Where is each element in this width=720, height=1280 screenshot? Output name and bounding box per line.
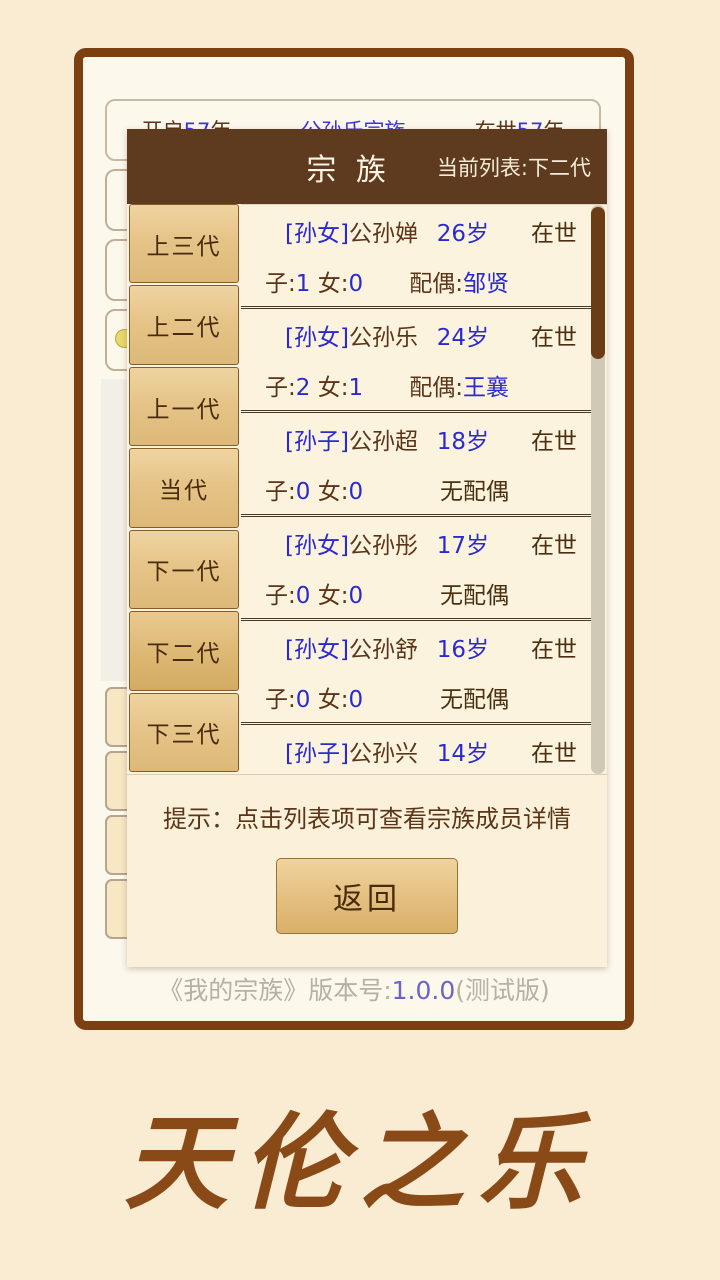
member-spouse: 无配偶 xyxy=(440,582,509,609)
member-row-secondary: 子:0 女:0 无配偶 xyxy=(255,672,577,722)
table-row[interactable]: [孙女]公孙婵 26岁 在世 子:1 女:0 配偶:邹贤 xyxy=(241,205,591,309)
member-age: 14岁 xyxy=(436,740,489,767)
member-children: 子:0 女:0 xyxy=(265,582,364,609)
member-children: 子:0 女:0 xyxy=(265,686,364,713)
member-row-secondary: 子:2 女:1 配偶:王襄 xyxy=(255,360,577,410)
version-suffix: (测试版) xyxy=(455,976,550,1005)
modal-body: 上三代 上二代 上一代 当代 下一代 下二代 下三代 [孙女]公孙婵 26岁 在… xyxy=(127,204,607,774)
generation-tab-label: 上二代 xyxy=(146,315,222,342)
member-children: 子:1 女:0 xyxy=(265,270,364,297)
current-list-label: 当前列表:下二代 xyxy=(436,155,591,180)
generation-tab-up3[interactable]: 上三代 xyxy=(129,204,239,284)
back-button[interactable]: 返回 xyxy=(276,858,458,934)
table-row[interactable]: [孙子]公孙兴 14岁 在世 子:0 女:0 无配偶 xyxy=(241,725,591,774)
generation-tab-current[interactable]: 当代 xyxy=(129,448,239,528)
table-row[interactable]: [孙女]公孙舒 16岁 在世 子:0 女:0 无配偶 xyxy=(241,621,591,725)
version-prefix: 《我的宗族》版本号: xyxy=(158,976,392,1005)
member-age: 17岁 xyxy=(436,532,489,559)
member-row-secondary: 子:0 女:0 无配偶 xyxy=(255,464,577,514)
member-spouse: 无配偶 xyxy=(440,478,509,505)
member-status: 在世 xyxy=(531,324,577,351)
member-age: 16岁 xyxy=(436,636,489,663)
generation-tab-label: 下一代 xyxy=(146,559,222,586)
member-age: 24岁 xyxy=(436,324,489,351)
member-list-viewport: [孙女]公孙婵 26岁 在世 子:1 女:0 配偶:邹贤 [孙女]公孙乐 24岁 xyxy=(241,205,591,774)
table-row[interactable]: [孙子]公孙超 18岁 在世 子:0 女:0 无配偶 xyxy=(241,413,591,517)
game-title: 天伦之乐 xyxy=(123,1101,596,1224)
version-line: 《我的宗族》版本号:1.0.0(测试版) xyxy=(83,971,625,1007)
generation-tab-label: 下二代 xyxy=(146,640,222,667)
table-row[interactable]: [孙女]公孙彤 17岁 在世 子:0 女:0 无配偶 xyxy=(241,517,591,621)
member-status: 在世 xyxy=(531,740,577,767)
generation-tab-label: 当代 xyxy=(159,477,209,504)
member-row-primary: [孙女]公孙婵 26岁 在世 xyxy=(255,206,577,256)
version-number: 1.0.0 xyxy=(391,976,456,1005)
member-row-primary: [孙女]公孙乐 24岁 在世 xyxy=(255,310,577,360)
member-name: [孙女]公孙彤 xyxy=(285,532,418,559)
member-name: [孙女]公孙婵 xyxy=(285,220,418,247)
generation-tab-down2[interactable]: 下二代 xyxy=(129,611,239,691)
clan-modal: 宗 族 当前列表:下二代 上三代 上二代 上一代 当代 下一代 下二代 下三代 … xyxy=(127,129,607,967)
member-name: [孙子]公孙超 xyxy=(285,428,418,455)
generation-tab-list: 上三代 上二代 上一代 当代 下一代 下二代 下三代 xyxy=(127,204,241,774)
generation-tab-down1[interactable]: 下一代 xyxy=(129,529,239,610)
member-spouse: 配偶:王襄 xyxy=(409,374,509,401)
app-frame: 开启57年 公孙氏宗族 在世57年 《我的宗族》版本号:1.0.0(测试版) 宗… xyxy=(74,48,634,1030)
member-row-secondary: 子:1 女:0 配偶:邹贤 xyxy=(255,256,577,306)
generation-tab-label: 上三代 xyxy=(146,233,222,260)
modal-footer: 提示：点击列表项可查看宗族成员详情 返回 xyxy=(127,774,607,967)
member-status: 在世 xyxy=(531,428,577,455)
member-spouse: 配偶:邹贤 xyxy=(409,270,509,297)
back-button-label: 返回 xyxy=(333,882,401,917)
member-row-primary: [孙子]公孙超 18岁 在世 xyxy=(255,414,577,464)
member-status: 在世 xyxy=(531,220,577,247)
member-row-primary: [孙女]公孙舒 16岁 在世 xyxy=(255,622,577,672)
member-children: 子:0 女:0 xyxy=(265,478,364,505)
generation-tab-label: 下三代 xyxy=(146,722,222,749)
member-status: 在世 xyxy=(531,532,577,559)
scrollbar-thumb[interactable] xyxy=(591,207,605,359)
member-name: [孙女]公孙舒 xyxy=(285,636,418,663)
member-name: [孙女]公孙乐 xyxy=(285,324,418,351)
generation-tab-label: 上一代 xyxy=(146,396,222,423)
generation-tab-up2[interactable]: 上二代 xyxy=(129,285,239,365)
member-name: [孙子]公孙兴 xyxy=(285,740,418,767)
hint-text: 提示：点击列表项可查看宗族成员详情 xyxy=(163,805,571,833)
member-age: 18岁 xyxy=(436,428,489,455)
member-children: 子:2 女:1 xyxy=(265,374,364,401)
member-age: 26岁 xyxy=(436,220,489,247)
table-row[interactable]: [孙女]公孙乐 24岁 在世 子:2 女:1 配偶:王襄 xyxy=(241,309,591,413)
list-scrollbar[interactable] xyxy=(591,205,605,774)
modal-header: 宗 族 当前列表:下二代 xyxy=(127,129,607,204)
member-row-secondary: 子:0 女:0 无配偶 xyxy=(255,568,577,618)
modal-title: 宗 族 xyxy=(306,152,391,188)
member-status: 在世 xyxy=(531,636,577,663)
generation-tab-up1[interactable]: 上一代 xyxy=(129,366,239,447)
generation-tab-down3[interactable]: 下三代 xyxy=(129,692,239,772)
member-spouse: 无配偶 xyxy=(440,686,509,713)
member-row-primary: [孙女]公孙彤 17岁 在世 xyxy=(255,518,577,568)
member-row-primary: [孙子]公孙兴 14岁 在世 xyxy=(255,726,577,775)
member-list: [孙女]公孙婵 26岁 在世 子:1 女:0 配偶:邹贤 [孙女]公孙乐 24岁 xyxy=(241,204,607,774)
